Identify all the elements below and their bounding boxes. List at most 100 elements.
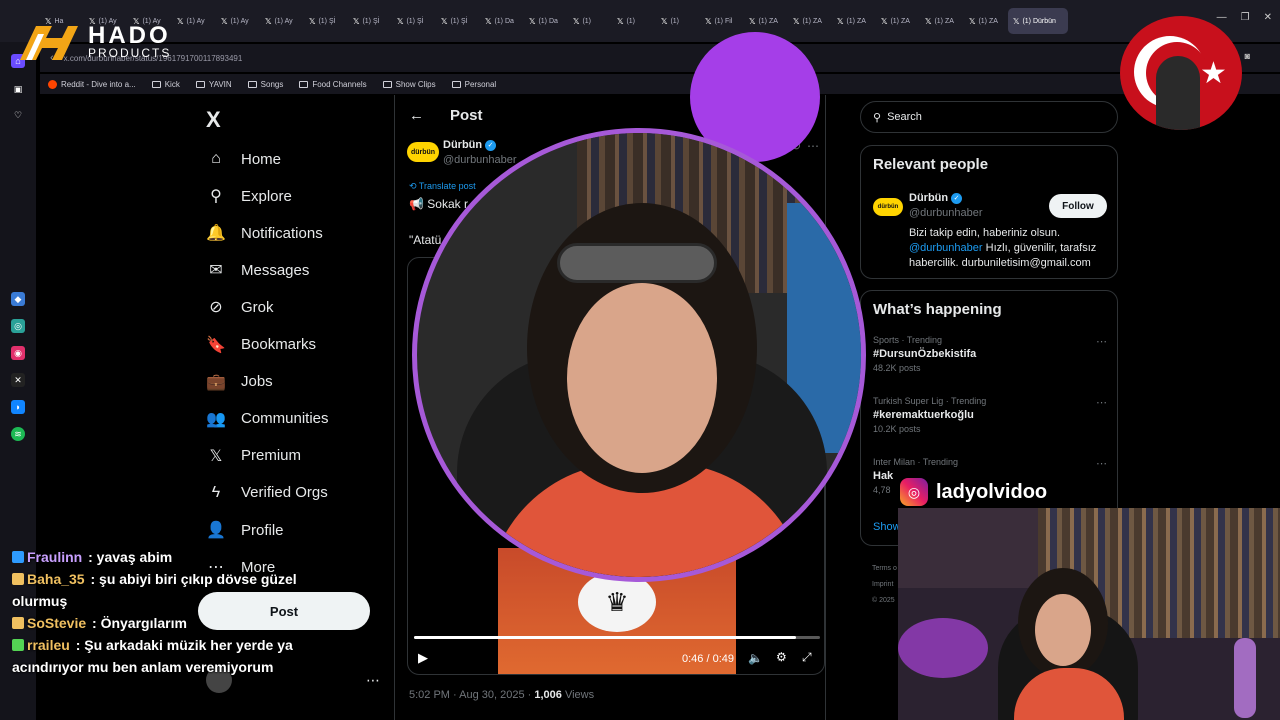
gear-icon[interactable]: ⚙ xyxy=(776,650,787,664)
tab[interactable]: 𝕏 (1) Da xyxy=(480,8,522,34)
play-icon[interactable]: ▶ xyxy=(418,650,428,666)
tab[interactable]: 𝕏 (1) xyxy=(656,8,698,34)
tab[interactable]: 𝕏 (1) ZA xyxy=(744,8,786,34)
nav-item-messages[interactable]: ✉ Messages xyxy=(206,258,309,282)
nav-item-notifications[interactable]: 🔔 Notifications xyxy=(206,221,323,245)
tab[interactable]: 𝕏 (1) ZA xyxy=(876,8,918,34)
nav-item-verified-orgs[interactable]: ϟ Verified Orgs xyxy=(206,481,328,505)
tab-label: (1) xyxy=(670,17,680,25)
volume-icon[interactable]: 🔈 xyxy=(748,651,763,665)
bookmark-item[interactable]: YAVIN xyxy=(195,80,232,89)
tab[interactable]: 𝕏 (1) Şİ xyxy=(392,8,434,34)
nav-item-grok[interactable]: ⊘ Grok xyxy=(206,295,274,319)
briefcase-icon[interactable]: ▣ xyxy=(11,82,25,96)
bookmark-label: Food Channels xyxy=(312,79,367,89)
tab-label: (1) Şİ xyxy=(362,17,380,25)
video-time: 0:46 / 0:49 xyxy=(682,653,734,665)
trend-name: #keremaktuerkoğlu xyxy=(873,409,974,421)
bookmark-item[interactable]: Personal xyxy=(451,80,496,89)
trend-item[interactable]: Turkish Super Lig · Trending #keremaktuer… xyxy=(873,396,1107,434)
author-name[interactable]: Dürbün ✓ xyxy=(443,139,497,151)
more-options-icon[interactable]: ⋯ xyxy=(1096,457,1107,470)
translate-link[interactable]: ⟲ Translate post xyxy=(409,181,476,192)
avatar[interactable]: dürbün xyxy=(873,198,903,216)
nav-item-jobs[interactable]: 💼 Jobs xyxy=(206,370,273,394)
person-handle[interactable]: @durbunhaber xyxy=(909,207,983,219)
chat-message: SoStevie : Önyargılarım xyxy=(12,612,342,634)
heart-icon[interactable]: ♡ xyxy=(11,108,25,122)
restore-icon[interactable]: ❐ xyxy=(1241,12,1250,23)
show-more-link[interactable]: Show xyxy=(873,521,901,533)
fullscreen-icon[interactable]: ⤢ xyxy=(802,650,812,665)
bluesky-icon[interactable]: ◗ xyxy=(11,400,25,414)
nav-item-label: Grok xyxy=(241,298,274,316)
camera-icon[interactable]: ◙ xyxy=(1245,51,1250,62)
chat-message: Baha_35 : şu abiyi biri çıkıp dövse güze… xyxy=(12,568,342,612)
nav-item-communities[interactable]: 👥 Communities xyxy=(206,407,329,431)
tab[interactable]: 𝕏 (1) ZA xyxy=(832,8,874,34)
bookmark-item[interactable]: Songs xyxy=(247,80,283,89)
tab[interactable]: 𝕏 (1) ZA xyxy=(788,8,830,34)
instagram-handle: ladyolvidoo xyxy=(936,480,1048,503)
chat-username: Fraulinn xyxy=(27,549,83,565)
footer-link[interactable]: Imprint xyxy=(872,577,897,593)
instagram-icon: ◎ xyxy=(900,478,928,506)
tab-active[interactable]: 𝕏 (1) Dürbün xyxy=(1008,8,1068,34)
follow-button[interactable]: Follow xyxy=(1049,194,1107,218)
spotify-icon[interactable]: ≋ xyxy=(11,427,25,441)
author-handle[interactable]: @durbunhaber xyxy=(443,154,517,166)
bookmark-item[interactable]: Kick xyxy=(151,80,180,89)
search-input[interactable]: ⚲ Search xyxy=(860,101,1118,133)
more-options-icon[interactable]: ⋯ xyxy=(1096,335,1107,348)
address-bar[interactable]: ‹ x.com/durbunhaber/status/1961791700117… xyxy=(40,44,1280,72)
author-avatar[interactable]: dürbün xyxy=(407,142,439,162)
tab[interactable]: 𝕏 (1) xyxy=(612,8,654,34)
chat-badge-icon xyxy=(12,639,24,651)
tab[interactable]: 𝕏 (1) Şİ xyxy=(304,8,346,34)
tweet-timestamp[interactable]: 5:02 PM · Aug 30, 2025 · xyxy=(409,689,534,701)
bookmark-item[interactable]: Food Channels xyxy=(299,79,367,89)
x-icon[interactable]: ✕ xyxy=(11,373,25,387)
tab[interactable]: 𝕏 (1) Ay xyxy=(172,8,214,34)
nav-item-bookmarks[interactable]: 🔖 Bookmarks xyxy=(206,333,316,357)
x-favicon-icon: 𝕏 xyxy=(309,16,316,26)
tab-label: (1) ZA xyxy=(890,17,910,25)
chatgpt-icon[interactable]: ◎ xyxy=(11,319,25,333)
person-name[interactable]: Dürbün ✓ xyxy=(909,192,963,204)
trend-item[interactable]: Sports · Trending #DursunÖzbekistifa 48.2K… xyxy=(873,335,1107,373)
nav-item-profile[interactable]: 👤 Profile xyxy=(206,518,284,542)
nav-item-premium[interactable]: 𝕏 Premium xyxy=(206,444,301,468)
bio-mention-link[interactable]: @durbunhaber xyxy=(909,242,983,254)
minimize-icon[interactable]: — xyxy=(1217,12,1227,23)
streamer-face xyxy=(1035,594,1091,666)
tab[interactable]: 𝕏 (1) Fil xyxy=(700,8,742,34)
tab[interactable]: 𝕏 (1) Şİ xyxy=(436,8,478,34)
bookmark-item[interactable]: Reddit - Dive into a... xyxy=(48,79,136,89)
trend-posts: 48.2K posts xyxy=(873,363,921,373)
more-options-icon[interactable]: ⋯ xyxy=(1096,396,1107,409)
video-progress-bar[interactable] xyxy=(414,636,820,639)
chat-text: : yavaş abim xyxy=(84,549,173,565)
tab[interactable]: 𝕏 (1) ZA xyxy=(920,8,962,34)
footer-link[interactable]: Terms o xyxy=(872,561,897,577)
folder-icon xyxy=(299,80,309,88)
tab[interactable]: 𝕏 (1) Ay xyxy=(260,8,302,34)
instagram-icon[interactable]: ◉ xyxy=(11,346,25,360)
x-favicon-icon: 𝕏 xyxy=(661,16,668,26)
search-icon: ⚲ xyxy=(873,111,882,124)
x-favicon-icon: 𝕏 xyxy=(221,16,228,26)
nav-item-explore[interactable]: ⚲ Explore xyxy=(206,184,292,208)
tab[interactable]: 𝕏 (1) Ay xyxy=(216,8,258,34)
account-more-icon[interactable]: ⋯ xyxy=(366,672,380,689)
tab[interactable]: 𝕏 (1) ZA xyxy=(964,8,1006,34)
tab[interactable]: 𝕏 (1) Da xyxy=(524,8,566,34)
app-icon[interactable]: ◆ xyxy=(11,292,25,306)
back-arrow-icon[interactable]: ← xyxy=(409,107,424,124)
tab[interactable]: 𝕏 (1) Şİ xyxy=(348,8,390,34)
tab[interactable]: 𝕏 (1) xyxy=(568,8,610,34)
x-favicon-icon: 𝕏 xyxy=(705,16,712,26)
x-logo-icon[interactable]: X xyxy=(206,107,221,133)
nav-item-home[interactable]: ⌂ Home xyxy=(206,147,281,171)
close-icon[interactable]: ✕ xyxy=(1264,12,1272,23)
bookmark-item[interactable]: Show Clips xyxy=(382,80,436,89)
